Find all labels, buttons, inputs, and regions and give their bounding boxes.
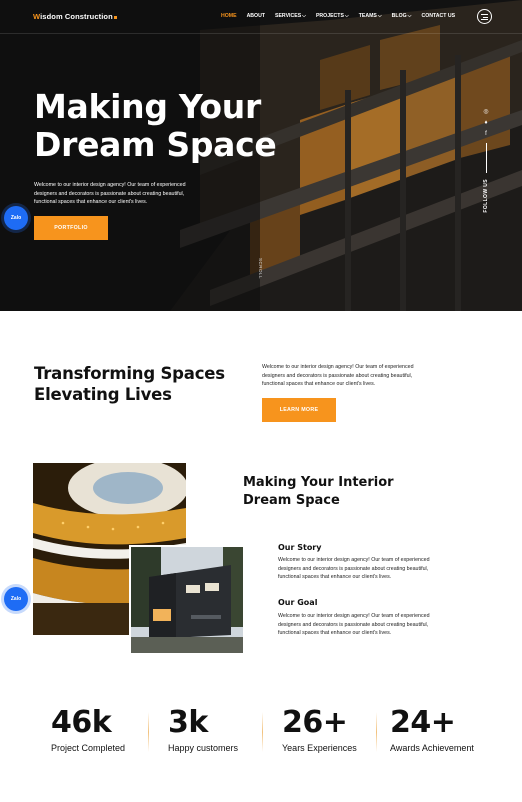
instagram-icon[interactable]: ◎: [480, 108, 492, 115]
nav-home[interactable]: HOME: [221, 13, 237, 19]
stat-experience: 26+ Years Experiences: [282, 705, 357, 753]
stat-label: Happy customers: [168, 743, 239, 753]
follow-divider: [485, 143, 487, 173]
about-title: Making Your Interior Dream Space: [243, 474, 394, 510]
brand-logo[interactable]: Wisdom Construction: [33, 12, 117, 21]
intro-title: Transforming Spaces Elevating Lives: [34, 363, 225, 405]
intro-title-line2: Elevating Lives: [34, 385, 172, 404]
nav-about[interactable]: ABOUT: [247, 13, 265, 19]
scroll-label[interactable]: SCROLL: [258, 258, 263, 279]
learn-more-button[interactable]: LEARN MORE: [262, 398, 336, 422]
nav-teams-label: TEAMS: [358, 13, 377, 19]
nav-projects-label: PROJECTS: [315, 13, 344, 19]
modern-house-image: [129, 545, 243, 653]
follow-us-label: FOLLOW US: [483, 179, 489, 213]
stat-divider: [148, 712, 149, 752]
nav-services[interactable]: SERVICES⌵: [275, 13, 306, 19]
nav-contact[interactable]: CONTACT US: [421, 13, 455, 19]
nav-teams[interactable]: TEAMS⌵: [359, 13, 382, 19]
brand-logo-text: isdom Construction: [40, 12, 113, 21]
zalo-chat-button-secondary[interactable]: Zalo: [4, 587, 28, 611]
about-title-line2: Dream Space: [243, 493, 340, 508]
facebook-icon[interactable]: f: [480, 131, 492, 137]
nav-services-label: SERVICES: [275, 13, 302, 19]
portfolio-button[interactable]: PORTFOLIO: [34, 216, 108, 240]
chevron-down-icon: ⌵: [377, 13, 382, 19]
main-menu: HOME ABOUT SERVICES⌵ PROJECTS⌵ TEAMS⌵ BL…: [221, 13, 465, 19]
twitter-icon[interactable]: ♦: [480, 120, 492, 126]
nav-blog[interactable]: BLOG⌵: [392, 13, 412, 19]
nav-blog-label: BLOG: [391, 13, 407, 19]
hero-title-line2: Dream Space: [34, 125, 277, 164]
intro-title-line1: Transforming Spaces: [34, 364, 225, 383]
our-goal-text: Welcome to our interior design agency! O…: [278, 613, 430, 636]
chevron-down-icon: ⌵: [344, 13, 349, 19]
brand-logo-dot: [113, 16, 117, 19]
our-story-text: Welcome to our interior design agency! O…: [278, 557, 430, 580]
chevron-down-icon: ⌵: [407, 13, 412, 19]
stat-value: 26+: [282, 705, 348, 740]
hamburger-icon[interactable]: [477, 9, 492, 24]
nav-projects[interactable]: PROJECTS⌵: [316, 13, 349, 19]
social-follow-bar: ◎ ♦ f FOLLOW US: [480, 108, 492, 213]
stat-value: 3k: [168, 705, 208, 740]
stat-value: 24+: [390, 705, 456, 740]
stat-customers: 3k Happy customers: [168, 705, 238, 753]
zalo-chat-button[interactable]: Zalo: [4, 206, 28, 230]
chevron-down-icon: ⌵: [302, 13, 306, 19]
hero-section: Wisdom Construction HOME ABOUT SERVICES⌵…: [0, 0, 522, 311]
our-goal-title: Our Goal: [278, 598, 318, 607]
top-navbar: Wisdom Construction HOME ABOUT SERVICES⌵…: [0, 0, 522, 34]
about-title-line1: Making Your Interior: [243, 475, 394, 490]
stat-projects: 46k Project Completed: [51, 705, 125, 753]
stat-divider: [262, 712, 263, 752]
stat-label: Awards Achievement: [390, 743, 474, 753]
hero-description: Welcome to our interior design agency! O…: [34, 182, 186, 205]
stat-divider: [376, 712, 377, 752]
stat-awards: 24+ Awards Achievement: [390, 705, 474, 753]
hero-title: Making Your Dream Space: [34, 88, 277, 164]
stat-label: Years Experiences: [282, 743, 357, 753]
intro-description: Welcome to our interior design agency! O…: [262, 364, 414, 387]
stat-label: Project Completed: [51, 743, 126, 753]
hero-title-line1: Making Your: [34, 87, 261, 126]
our-story-title: Our Story: [278, 543, 322, 552]
stat-value: 46k: [51, 705, 112, 740]
